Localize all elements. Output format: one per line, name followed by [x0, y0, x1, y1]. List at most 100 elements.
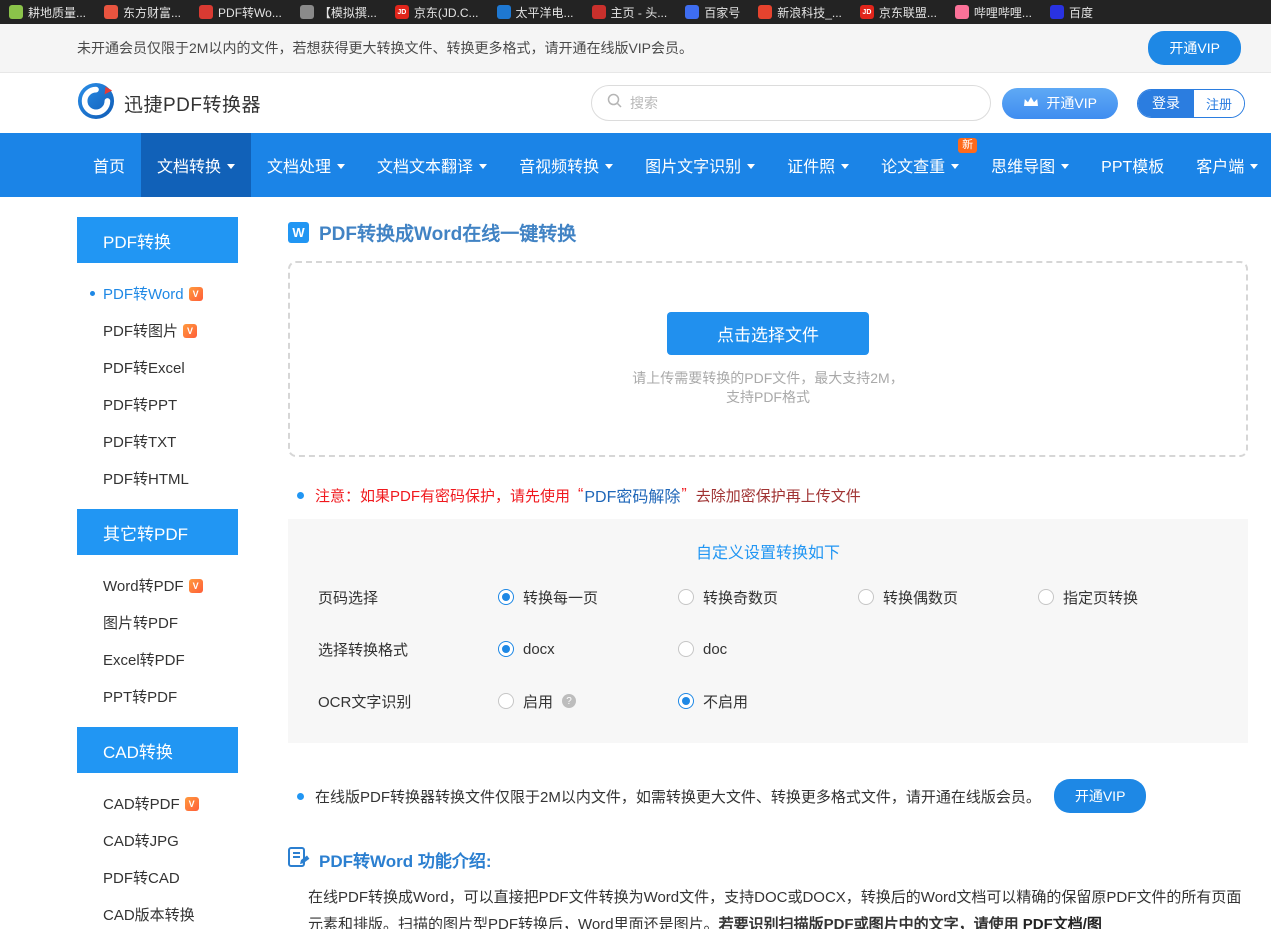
- header-vip-label: 开通VIP: [1046, 93, 1097, 113]
- password-note: 注意：如果PDF有密码保护，请先使用 “ PDF密码解除 ” 去除加密保护再上传…: [288, 483, 1248, 507]
- nav-item-homepage[interactable]: 首页: [77, 133, 141, 197]
- sidebar-item-pdf-to-cad[interactable]: PDF转CAD: [77, 859, 238, 896]
- vip-limit-note: 在线版PDF转换器转换文件仅限于2M以内文件，如需转换更大文件、转换更多格式文件…: [288, 779, 1248, 813]
- bookmark-item[interactable]: 东方财富...: [95, 0, 190, 24]
- bookmark-label: 东方财富...: [123, 4, 181, 21]
- option-convert-specified-pages[interactable]: 指定页转换: [1038, 587, 1218, 608]
- upload-dropzone[interactable]: 点击选择文件 请上传需要转换的PDF文件，最大支持2M， 支持PDF格式: [288, 261, 1248, 457]
- pdf-password-remove-link[interactable]: PDF密码解除: [584, 483, 680, 507]
- open-vip-button[interactable]: 开通VIP: [1148, 31, 1241, 65]
- nav-item-doc-process[interactable]: 文档处理: [251, 133, 361, 197]
- option-convert-every-page[interactable]: 转换每一页: [498, 587, 678, 608]
- bookmark-item[interactable]: 耕地质量...: [0, 0, 95, 24]
- search-box: [591, 85, 991, 121]
- option-convert-even-pages[interactable]: 转换偶数页: [858, 587, 1038, 608]
- option-doc[interactable]: doc: [678, 641, 858, 658]
- password-note-suffix: 去除加密保护再上传文件: [696, 485, 861, 506]
- bookmark-item[interactable]: 【模拟撰...: [291, 0, 386, 24]
- sidebar-item-label: 图片转PDF: [103, 612, 178, 633]
- nav-item-ppt-template[interactable]: PPT模板: [1085, 133, 1180, 197]
- sidebar-item-cad-to-jpg[interactable]: CAD转JPG: [77, 822, 238, 859]
- chevron-down-icon: [227, 164, 235, 169]
- bookmark-label: 百家号: [704, 4, 740, 21]
- login-button[interactable]: 登录: [1138, 90, 1194, 117]
- header-vip-button[interactable]: 开通VIP: [1002, 88, 1118, 119]
- sidebar-item-pdf-to-word[interactable]: PDF转Word: [77, 275, 238, 312]
- sidebar-item-cad-version-convert[interactable]: CAD版本转换: [77, 896, 238, 929]
- brand-logo-icon: [77, 82, 115, 125]
- nav-label: 证件照: [787, 153, 835, 177]
- bookmark-item[interactable]: 新浪科技_...: [749, 0, 851, 24]
- sidebar-item-image-to-pdf[interactable]: 图片转PDF: [77, 604, 238, 641]
- open-vip-button[interactable]: 开通VIP: [1054, 779, 1147, 813]
- brand[interactable]: 迅捷PDF转换器: [77, 82, 261, 125]
- pdf-ocr-link[interactable]: PDF文档/图: [1023, 916, 1102, 929]
- sidebar-item-label: CAD版本转换: [103, 904, 195, 925]
- bookmark-item[interactable]: 哔哩哔哩...: [946, 0, 1041, 24]
- favicon-icon: JD: [395, 5, 409, 19]
- radio-icon: [858, 589, 874, 605]
- nav-label: 论文查重: [881, 153, 945, 177]
- auth-group: 登录 注册: [1137, 89, 1245, 118]
- radio-icon: [1038, 589, 1054, 605]
- radio-label: 转换偶数页: [883, 587, 958, 608]
- bookmark-item[interactable]: 百度: [1041, 0, 1102, 24]
- settings-row-page-select: 页码选择 转换每一页 转换奇数页 转换偶数页 指定页转换: [318, 571, 1218, 623]
- sidebar-item-label: PDF转CAD: [103, 867, 180, 888]
- sidebar-list: PDF转Word PDF转图片 PDF转Excel PDF转PPT PDF转TX…: [77, 263, 238, 509]
- bookmark-label: 【模拟撰...: [319, 4, 377, 21]
- nav-item-paper-check[interactable]: 论文查重新: [865, 133, 975, 197]
- favicon-icon: [758, 5, 772, 19]
- option-convert-odd-pages[interactable]: 转换奇数页: [678, 587, 858, 608]
- sidebar-item-ppt-to-pdf[interactable]: PPT转PDF: [77, 678, 238, 715]
- bookmark-item[interactable]: PDF转Wo...: [190, 0, 291, 24]
- nav-item-doc-convert[interactable]: 文档转换: [141, 133, 251, 197]
- help-icon[interactable]: [562, 694, 576, 708]
- radio-icon: [678, 641, 694, 657]
- password-note-text: 注意：如果PDF有密码保护，请先使用: [315, 485, 570, 506]
- nav-item-id-photo[interactable]: 证件照: [771, 133, 865, 197]
- register-button[interactable]: 注册: [1194, 90, 1244, 117]
- option-ocr-disable[interactable]: 不启用: [678, 691, 858, 712]
- chevron-down-icon: [605, 164, 613, 169]
- option-ocr-enable[interactable]: 启用: [498, 691, 678, 712]
- sidebar-item-cad-to-pdf[interactable]: CAD转PDF: [77, 785, 238, 822]
- vip-notice-bar: 未开通会员仅限于2M以内的文件，若想获得更大转换文件、转换更多格式，请开通在线版…: [0, 24, 1271, 73]
- nav-item-client[interactable]: 客户端: [1180, 133, 1271, 197]
- radio-icon: [498, 589, 514, 605]
- bookmark-item[interactable]: 主页 - 头...: [583, 0, 677, 24]
- quote-mark: ”: [681, 486, 686, 504]
- sidebar-item-pdf-to-html[interactable]: PDF转HTML: [77, 460, 238, 497]
- search-input[interactable]: [630, 95, 975, 111]
- vip-icon: [185, 797, 199, 811]
- sidebar-item-label: PDF转Word: [103, 283, 184, 304]
- sidebar-item-pdf-to-ppt[interactable]: PDF转PPT: [77, 386, 238, 423]
- sidebar-item-pdf-to-image[interactable]: PDF转图片: [77, 312, 238, 349]
- sidebar-item-word-to-pdf[interactable]: Word转PDF: [77, 567, 238, 604]
- favicon-icon: [199, 5, 213, 19]
- bookmark-item[interactable]: JD京东(JD.C...: [386, 0, 488, 24]
- header-actions: 开通VIP 登录 注册: [1002, 88, 1245, 119]
- sidebar-list: CAD转PDF CAD转JPG PDF转CAD CAD版本转换: [77, 773, 238, 929]
- sidebar-item-pdf-to-txt[interactable]: PDF转TXT: [77, 423, 238, 460]
- bookmark-item[interactable]: JD京东联盟...: [851, 0, 946, 24]
- chevron-down-icon: [479, 164, 487, 169]
- brand-name: 迅捷PDF转换器: [124, 90, 261, 117]
- feature-intro-text: 在线PDF转换成Word，可以直接把PDF文件转换为Word文件，支持DOC或D…: [288, 884, 1248, 929]
- bookmark-item[interactable]: 太平洋电...: [488, 0, 583, 24]
- bookmark-item[interactable]: 百家号: [676, 0, 749, 24]
- search-icon: [607, 93, 622, 113]
- sidebar-item-excel-to-pdf[interactable]: Excel转PDF: [77, 641, 238, 678]
- sidebar-item-pdf-to-excel[interactable]: PDF转Excel: [77, 349, 238, 386]
- word-icon: W: [288, 222, 309, 243]
- settings-row-ocr: OCR文字识别 启用 不启用: [318, 675, 1218, 727]
- bookmark-label: 太平洋电...: [516, 4, 574, 21]
- option-docx[interactable]: docx: [498, 641, 678, 658]
- nav-item-image-ocr[interactable]: 图片文字识别: [629, 133, 771, 197]
- settings-title: 自定义设置转换如下: [318, 539, 1218, 563]
- nav-item-mindmap[interactable]: 思维导图: [975, 133, 1085, 197]
- select-file-button[interactable]: 点击选择文件: [667, 312, 869, 355]
- nav-item-av-convert[interactable]: 音视频转换: [503, 133, 629, 197]
- nav-item-doc-translate[interactable]: 文档文本翻译: [361, 133, 503, 197]
- sidebar-item-label: CAD转JPG: [103, 830, 179, 851]
